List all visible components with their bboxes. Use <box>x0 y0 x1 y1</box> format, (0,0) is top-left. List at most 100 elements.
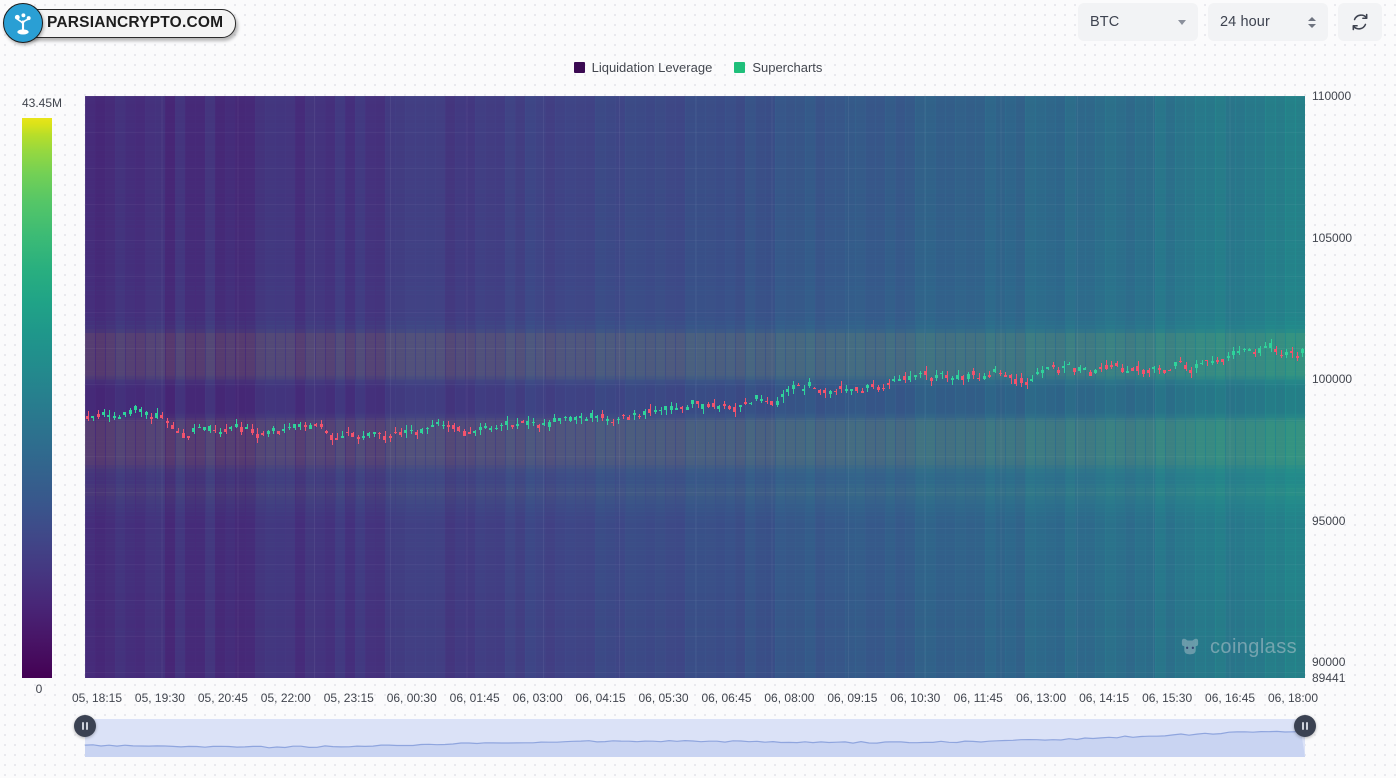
stepper-updown-icon[interactable] <box>1308 17 1316 28</box>
candle-body <box>792 385 795 389</box>
candle-body <box>97 414 100 417</box>
candle-body <box>1126 371 1129 373</box>
symbol-select[interactable]: BTC <box>1078 3 1198 41</box>
range-slider-sparkline <box>85 719 1305 757</box>
candle-body <box>293 424 296 428</box>
heatmap-plot-area[interactable]: coinglass <box>85 96 1305 678</box>
candle-body <box>834 391 837 393</box>
candle-body <box>728 406 731 409</box>
candle-body <box>1083 368 1086 370</box>
candle-body <box>1089 372 1092 376</box>
candle-body <box>160 415 163 418</box>
candle-body <box>404 430 407 433</box>
candle-body <box>166 421 169 423</box>
refresh-button[interactable] <box>1338 3 1382 41</box>
time-axis-tick: 06, 10:30 <box>890 691 940 705</box>
candle-body <box>1036 372 1039 374</box>
candle-body <box>935 375 938 378</box>
candle-body <box>123 412 126 415</box>
legend-swatch-liquidation <box>574 62 585 73</box>
candle-body <box>537 425 540 428</box>
candle-body <box>548 422 551 426</box>
candle-body <box>892 379 895 381</box>
candle-body <box>1147 370 1150 374</box>
candle-body <box>786 389 789 392</box>
candle-body <box>1099 367 1102 369</box>
time-axis-tick: 05, 18:15 <box>72 691 122 705</box>
candle-body <box>213 430 216 432</box>
candle-body <box>1301 349 1304 353</box>
price-candlestick-series <box>85 96 1305 678</box>
time-range-slider[interactable] <box>85 719 1305 757</box>
candle-body <box>452 425 455 429</box>
candle-body <box>484 426 487 428</box>
parsian-logo-icon <box>3 3 43 43</box>
candle-body <box>733 407 736 411</box>
candle-body <box>1067 364 1070 366</box>
price-axis-tick: 100000 <box>1312 372 1352 386</box>
candle-body <box>526 421 529 426</box>
candle-body <box>1020 378 1023 382</box>
range-slider-right-handle[interactable] <box>1294 715 1316 737</box>
candle-body <box>489 428 492 430</box>
candle-body <box>691 400 694 404</box>
candle-body <box>770 401 773 405</box>
period-select[interactable]: 24 hour <box>1208 3 1328 41</box>
candle-body <box>967 374 970 379</box>
candle-body <box>972 371 975 376</box>
candle-body <box>473 431 476 433</box>
candle-body <box>664 406 667 409</box>
time-axis-tick: 06, 00:30 <box>387 691 437 705</box>
candle-body <box>1221 359 1224 361</box>
time-axis-tick: 06, 05:30 <box>638 691 688 705</box>
legend-label-liquidation: Liquidation Leverage <box>592 60 713 75</box>
price-axis: 110000105000100000950009000089441 <box>1312 96 1396 696</box>
candle-body <box>176 431 179 433</box>
candle-body <box>633 413 636 415</box>
range-slider-left-handle[interactable] <box>74 715 96 737</box>
candle-body <box>457 427 460 431</box>
candle-body <box>171 425 174 429</box>
candle-body <box>245 427 248 429</box>
price-axis-tick: 95000 <box>1312 514 1345 528</box>
site-watermark-pill: PARSIANCRYPTO.COM <box>8 9 236 38</box>
period-select-value: 24 hour <box>1220 14 1270 30</box>
candle-body <box>898 379 901 381</box>
candle-body <box>1274 349 1277 352</box>
candle-body <box>1110 365 1113 367</box>
chevron-down-icon <box>1178 20 1186 25</box>
candle-body <box>91 416 94 418</box>
candle-body <box>558 418 561 421</box>
candle-body <box>394 432 397 434</box>
time-axis-tick: 06, 06:45 <box>701 691 751 705</box>
candle-body <box>1280 355 1283 357</box>
candle-body <box>447 425 450 427</box>
candle-body <box>282 429 285 431</box>
candle-body <box>707 404 710 407</box>
legend-swatch-supercharts <box>734 62 745 73</box>
candle-body <box>1030 379 1033 381</box>
candle-body <box>1237 351 1240 353</box>
candle-body <box>1062 366 1065 368</box>
candle-body <box>930 378 933 382</box>
candle-body <box>341 436 344 438</box>
candle-body <box>1269 343 1272 348</box>
candle-body <box>739 405 742 407</box>
legend-item-liquidation-leverage[interactable]: Liquidation Leverage <box>574 60 713 75</box>
candle-body <box>113 416 116 418</box>
candle-body <box>1057 370 1060 373</box>
candle-body <box>325 431 328 433</box>
candle-body <box>823 390 826 393</box>
candle-body <box>606 419 609 421</box>
candle-body <box>298 424 301 427</box>
candle-body <box>1264 346 1267 348</box>
legend-item-supercharts[interactable]: Supercharts <box>734 60 822 75</box>
candle-body <box>1195 364 1198 368</box>
candle-body <box>272 428 275 431</box>
candle-body <box>495 428 498 430</box>
legend-label-supercharts: Supercharts <box>752 60 822 75</box>
candle-body <box>1121 368 1124 372</box>
candle-body <box>219 432 222 434</box>
candle-body <box>797 385 800 387</box>
candle-body <box>203 427 206 430</box>
